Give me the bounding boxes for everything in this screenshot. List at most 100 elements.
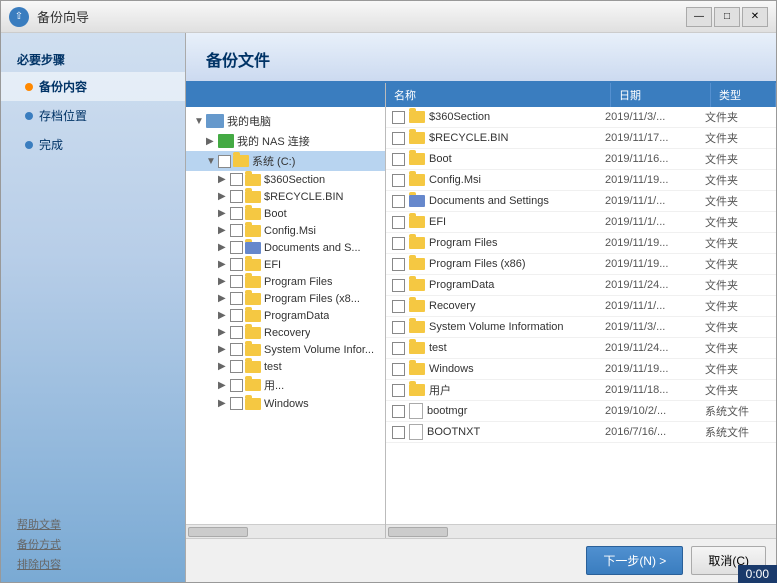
sidebar-link-backup-method[interactable]: 备份方式 [17, 536, 169, 552]
checkbox[interactable] [230, 326, 243, 339]
checkbox[interactable] [230, 258, 243, 271]
tree-horizontal-scrollbar[interactable] [186, 524, 385, 538]
list-header-bar: 名称 日期 类型 [386, 83, 776, 107]
tree-header [186, 83, 385, 107]
checkbox[interactable] [392, 363, 405, 376]
tree-item-efi[interactable]: ▶ EFI [186, 256, 385, 273]
list-item[interactable]: bootmgr 2019/10/2/... 系统文件 [386, 401, 776, 422]
content-header: 备份文件 [186, 33, 776, 83]
checkbox[interactable] [230, 190, 243, 203]
item-type: 文件夹 [705, 319, 770, 335]
list-item[interactable]: ProgramData 2019/11/24... 文件夹 [386, 275, 776, 296]
checkbox[interactable] [230, 309, 243, 322]
sidebar-item-backup-content[interactable]: 备份内容 [1, 72, 185, 101]
item-date: 2019/11/1/... [605, 300, 705, 312]
tree-item-systemvol[interactable]: ▶ System Volume Infor... [186, 341, 385, 358]
sidebar-link-exclude[interactable]: 排除内容 [17, 556, 169, 572]
item-name: $360Section [429, 111, 605, 123]
expand-icon: ▶ [218, 191, 230, 202]
checkbox[interactable] [230, 343, 243, 356]
checkbox[interactable] [392, 174, 405, 187]
list-item[interactable]: Boot 2019/11/16... 文件夹 [386, 149, 776, 170]
checkbox[interactable] [392, 258, 405, 271]
file-browser: ▼ 我的电脑 ▶ 我的 NAS 连接 ▼ [186, 83, 776, 538]
expand-icon: ▶ [206, 136, 218, 147]
checkbox[interactable] [392, 342, 405, 355]
checkbox[interactable] [230, 275, 243, 288]
checkbox-drive-c[interactable] [218, 155, 231, 168]
list-item[interactable]: test 2019/11/24... 文件夹 [386, 338, 776, 359]
folder-icon [245, 398, 261, 410]
list-item[interactable]: Program Files 2019/11/19... 文件夹 [386, 233, 776, 254]
tree-item-360section[interactable]: ▶ $360Section [186, 171, 385, 188]
tree-item-nas[interactable]: ▶ 我的 NAS 连接 [186, 131, 385, 151]
tree-content[interactable]: ▼ 我的电脑 ▶ 我的 NAS 连接 ▼ [186, 107, 385, 524]
list-scroll-thumb[interactable] [388, 527, 448, 537]
checkbox[interactable] [392, 405, 405, 418]
tree-item-boot[interactable]: ▶ Boot [186, 205, 385, 222]
list-item[interactable]: BOOTNXT 2016/7/16/... 系统文件 [386, 422, 776, 443]
tree-scroll-thumb[interactable] [188, 527, 248, 537]
expand-icon: ▶ [218, 398, 230, 409]
tree-item-programdata[interactable]: ▶ ProgramData [186, 307, 385, 324]
tree-item-recovery[interactable]: ▶ Recovery [186, 324, 385, 341]
tree-item-drive-c[interactable]: ▼ 系统 (C:) [186, 151, 385, 171]
item-date: 2019/11/19... [605, 363, 705, 375]
list-item[interactable]: Config.Msi 2019/11/19... 文件夹 [386, 170, 776, 191]
item-type: 文件夹 [705, 361, 770, 377]
checkbox[interactable] [392, 426, 405, 439]
tree-item-programfiles86[interactable]: ▶ Program Files (x8... [186, 290, 385, 307]
checkbox[interactable] [392, 132, 405, 145]
tree-label: 我的电脑 [227, 113, 271, 129]
checkbox[interactable] [230, 173, 243, 186]
checkbox[interactable] [392, 216, 405, 229]
checkbox[interactable] [392, 237, 405, 250]
list-item[interactable]: Program Files (x86) 2019/11/19... 文件夹 [386, 254, 776, 275]
list-item[interactable]: Windows 2019/11/19... 文件夹 [386, 359, 776, 380]
next-button[interactable]: 下一步(N) > [586, 546, 683, 575]
expand-icon: ▶ [218, 259, 230, 270]
list-item[interactable]: EFI 2019/11/1/... 文件夹 [386, 212, 776, 233]
col-header-name: 名称 [386, 83, 611, 107]
tree-item-configmsi[interactable]: ▶ Config.Msi [186, 222, 385, 239]
checkbox[interactable] [230, 292, 243, 305]
checkbox[interactable] [392, 195, 405, 208]
checkbox[interactable] [230, 397, 243, 410]
checkbox[interactable] [230, 379, 243, 392]
tree-item-programfiles[interactable]: ▶ Program Files [186, 273, 385, 290]
maximize-button[interactable]: □ [714, 7, 740, 27]
tree-item-mycomputer[interactable]: ▼ 我的电脑 [186, 111, 385, 131]
checkbox[interactable] [230, 207, 243, 220]
list-item-recovery[interactable]: Recovery 2019/11/1/... 文件夹 [386, 296, 776, 317]
close-button[interactable]: ✕ [742, 7, 768, 27]
expand-icon: ▶ [218, 174, 230, 185]
list-horizontal-scrollbar[interactable] [386, 524, 776, 538]
checkbox[interactable] [230, 241, 243, 254]
sidebar-item-finish[interactable]: 完成 [1, 130, 185, 159]
tree-item-user[interactable]: ▶ 用... [186, 375, 385, 395]
tree-item-windows[interactable]: ▶ Windows [186, 395, 385, 412]
folder-icon [245, 327, 261, 339]
list-item[interactable]: $360Section 2019/11/3/... 文件夹 [386, 107, 776, 128]
checkbox[interactable] [392, 300, 405, 313]
checkbox[interactable] [392, 153, 405, 166]
checkbox[interactable] [392, 279, 405, 292]
tree-item-test[interactable]: ▶ test [186, 358, 385, 375]
list-item[interactable]: $RECYCLE.BIN 2019/11/17... 文件夹 [386, 128, 776, 149]
file-icon [409, 424, 423, 440]
list-item[interactable]: 用户 2019/11/18... 文件夹 [386, 380, 776, 401]
list-item[interactable]: System Volume Information 2019/11/3/... … [386, 317, 776, 338]
checkbox[interactable] [230, 360, 243, 373]
list-item[interactable]: Documents and Settings 2019/11/1/... 文件夹 [386, 191, 776, 212]
minimize-button[interactable]: — [686, 7, 712, 27]
folder-icon [409, 216, 425, 228]
sidebar-item-storage[interactable]: 存档位置 [1, 101, 185, 130]
checkbox[interactable] [392, 384, 405, 397]
tree-item-documents[interactable]: ▶ Documents and S... [186, 239, 385, 256]
checkbox[interactable] [230, 224, 243, 237]
checkbox[interactable] [392, 111, 405, 124]
sidebar-link-help[interactable]: 帮助文章 [17, 516, 169, 532]
checkbox[interactable] [392, 321, 405, 334]
folder-icon [409, 300, 425, 312]
tree-item-recycle[interactable]: ▶ $RECYCLE.BIN [186, 188, 385, 205]
